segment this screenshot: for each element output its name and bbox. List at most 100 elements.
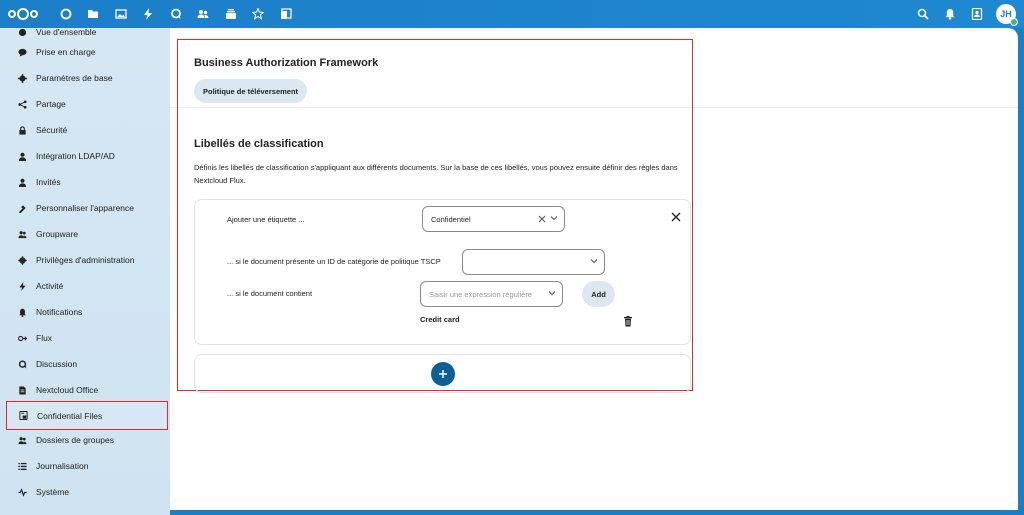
overview-icon <box>16 28 28 38</box>
groupware-icon <box>16 228 28 240</box>
notifications-bell-icon[interactable] <box>936 0 963 28</box>
sidebar-item-theming[interactable]: Personnaliser l'apparence <box>6 195 168 221</box>
sidebar-item-group-folders[interactable]: Dossiers de groupes <box>6 427 168 453</box>
highlight-frame: Business Authorization Framework Politiq… <box>177 39 693 393</box>
sidebar-item-support[interactable]: Prise en charge <box>6 39 168 65</box>
sidebar-item-security[interactable]: Sécurité <box>6 117 168 143</box>
sidebar-item-label: Confidential Files <box>37 410 103 421</box>
classification-rule-card: Ajouter une étiquette ... Confidentiel .… <box>194 199 691 345</box>
clear-selection-icon[interactable] <box>538 215 546 223</box>
sidebar-item-sharing[interactable]: Partage <box>6 91 168 117</box>
sidebar-item-guests[interactable]: Invités <box>6 169 168 195</box>
sidebar-item-talk[interactable]: Discussion <box>6 351 168 377</box>
guest-icon <box>16 176 28 188</box>
sidebar-item-groupware[interactable]: Groupware <box>6 221 168 247</box>
system-icon <box>16 486 28 498</box>
upload-policy-button[interactable]: Politique de téléversement <box>194 79 308 103</box>
sidebar-item-admin-privileges[interactable]: Privilèges d'administration <box>6 247 168 273</box>
regex-input[interactable]: Saisir une expression régulière <box>420 281 563 307</box>
deck-icon[interactable] <box>217 0 245 28</box>
activity-icon[interactable] <box>135 0 163 28</box>
sidebar-item-ldap[interactable]: Intégration LDAP/AD <box>6 143 168 169</box>
support-icon <box>16 46 28 58</box>
contacts-icon[interactable] <box>190 0 218 28</box>
avatar-initials: JH <box>1000 9 1012 19</box>
sidebar-item-label: Dossiers de groupes <box>36 435 114 445</box>
activity-icon <box>16 280 28 292</box>
add-label-text: Ajouter une étiquette ... <box>227 215 305 224</box>
online-status-icon <box>1010 18 1018 26</box>
chevron-down-icon[interactable] <box>550 214 558 222</box>
sidebar-item-system[interactable]: Système <box>6 479 168 505</box>
search-icon[interactable] <box>909 0 936 28</box>
sidebar-item-nextcloud-office[interactable]: Nextcloud Office <box>6 377 168 403</box>
sidebar-item-activity[interactable]: Activité <box>6 273 168 299</box>
sidebar-item-label: Activité <box>36 281 64 291</box>
talk-icon[interactable] <box>162 0 190 28</box>
sidebar-item-label: Nextcloud Office <box>36 385 99 395</box>
sidebar-item-confidential-files[interactable]: Confidential Files <box>6 401 168 430</box>
contacts-menu-icon[interactable] <box>963 0 990 28</box>
top-header: JH <box>0 0 1024 28</box>
tscp-category-select[interactable] <box>462 249 605 275</box>
sidebar-item-label: Paramètres de base <box>36 73 113 83</box>
bell-icon <box>16 306 28 318</box>
office-icon <box>16 384 28 396</box>
contains-condition-text: ... si le document contient <box>227 289 313 298</box>
add-rule-plus-button[interactable] <box>431 362 455 386</box>
plus-icon <box>439 370 447 378</box>
trash-icon[interactable] <box>623 314 633 327</box>
sidebar-item-basic-settings[interactable]: Paramètres de base <box>6 65 168 91</box>
sidebar-item-label: Sécurité <box>36 125 68 135</box>
chevron-down-icon[interactable] <box>548 289 556 297</box>
expression-item: Credit card <box>420 315 460 324</box>
sidebar-item-label: Privilèges d'administration <box>36 255 135 265</box>
main-content: Business Authorization Framework Politiq… <box>170 28 1018 510</box>
user-icon <box>16 150 28 162</box>
sidebar-item-label: Système <box>36 487 70 497</box>
theming-icon <box>16 202 28 214</box>
sidebar-item-label: Discussion <box>36 359 78 369</box>
admin-icon <box>16 254 28 266</box>
group-folder-icon <box>16 434 28 446</box>
user-avatar[interactable]: JH <box>996 4 1018 26</box>
regex-input-placeholder: Saisir une expression régulière <box>429 289 532 299</box>
confidential-icon <box>17 410 29 422</box>
sidebar-item-label: Journalisation <box>36 461 89 471</box>
flow-icon <box>16 332 28 344</box>
label-select-value: Confidentiel <box>431 214 471 224</box>
sidebar-item-label: Vue d'ensemble <box>36 28 97 37</box>
sidebar-item-label: Partage <box>36 99 66 109</box>
baf-section-title: Business Authorization Framework <box>194 57 379 69</box>
app-menu <box>52 0 300 28</box>
talk-icon <box>16 358 28 370</box>
photos-icon[interactable] <box>107 0 135 28</box>
lock-icon <box>16 124 28 136</box>
favorites-icon[interactable] <box>245 0 273 28</box>
sidebar-item-flow[interactable]: Flux <box>6 325 168 351</box>
files-icon[interactable] <box>80 0 108 28</box>
sidebar-item-notifications[interactable]: Notifications <box>6 299 168 325</box>
office-icon[interactable] <box>272 0 300 28</box>
classification-labels-title: Libellés de classification <box>194 138 324 150</box>
sidebar-item-label: Flux <box>36 333 53 343</box>
sidebar-item-logging[interactable]: Journalisation <box>6 453 168 479</box>
dashboard-icon[interactable] <box>52 0 80 28</box>
sidebar-item-label: Prise en charge <box>36 47 96 57</box>
sidebar-item-label: Invités <box>36 177 61 187</box>
admin-settings-sidebar: Vue d'ensemble Prise en charge Paramètre… <box>0 28 170 515</box>
log-icon <box>16 460 28 472</box>
nextcloud-logo[interactable] <box>8 8 42 20</box>
classification-labels-description: Définis les libellés de classification s… <box>194 163 678 185</box>
remove-rule-close-icon[interactable] <box>671 209 681 222</box>
gear-icon <box>16 72 28 84</box>
chevron-down-icon[interactable] <box>590 257 598 265</box>
share-icon <box>16 98 28 110</box>
label-select[interactable]: Confidentiel <box>422 206 565 232</box>
add-rule-card <box>194 354 691 393</box>
sidebar-item-label: Personnaliser l'apparence <box>36 203 135 213</box>
add-expression-button[interactable]: Add <box>582 281 615 307</box>
sidebar-item-label: Groupware <box>36 229 79 239</box>
tscp-condition-text: ... si le document présente un ID de cat… <box>227 257 441 266</box>
sidebar-item-label: Notifications <box>36 307 83 317</box>
